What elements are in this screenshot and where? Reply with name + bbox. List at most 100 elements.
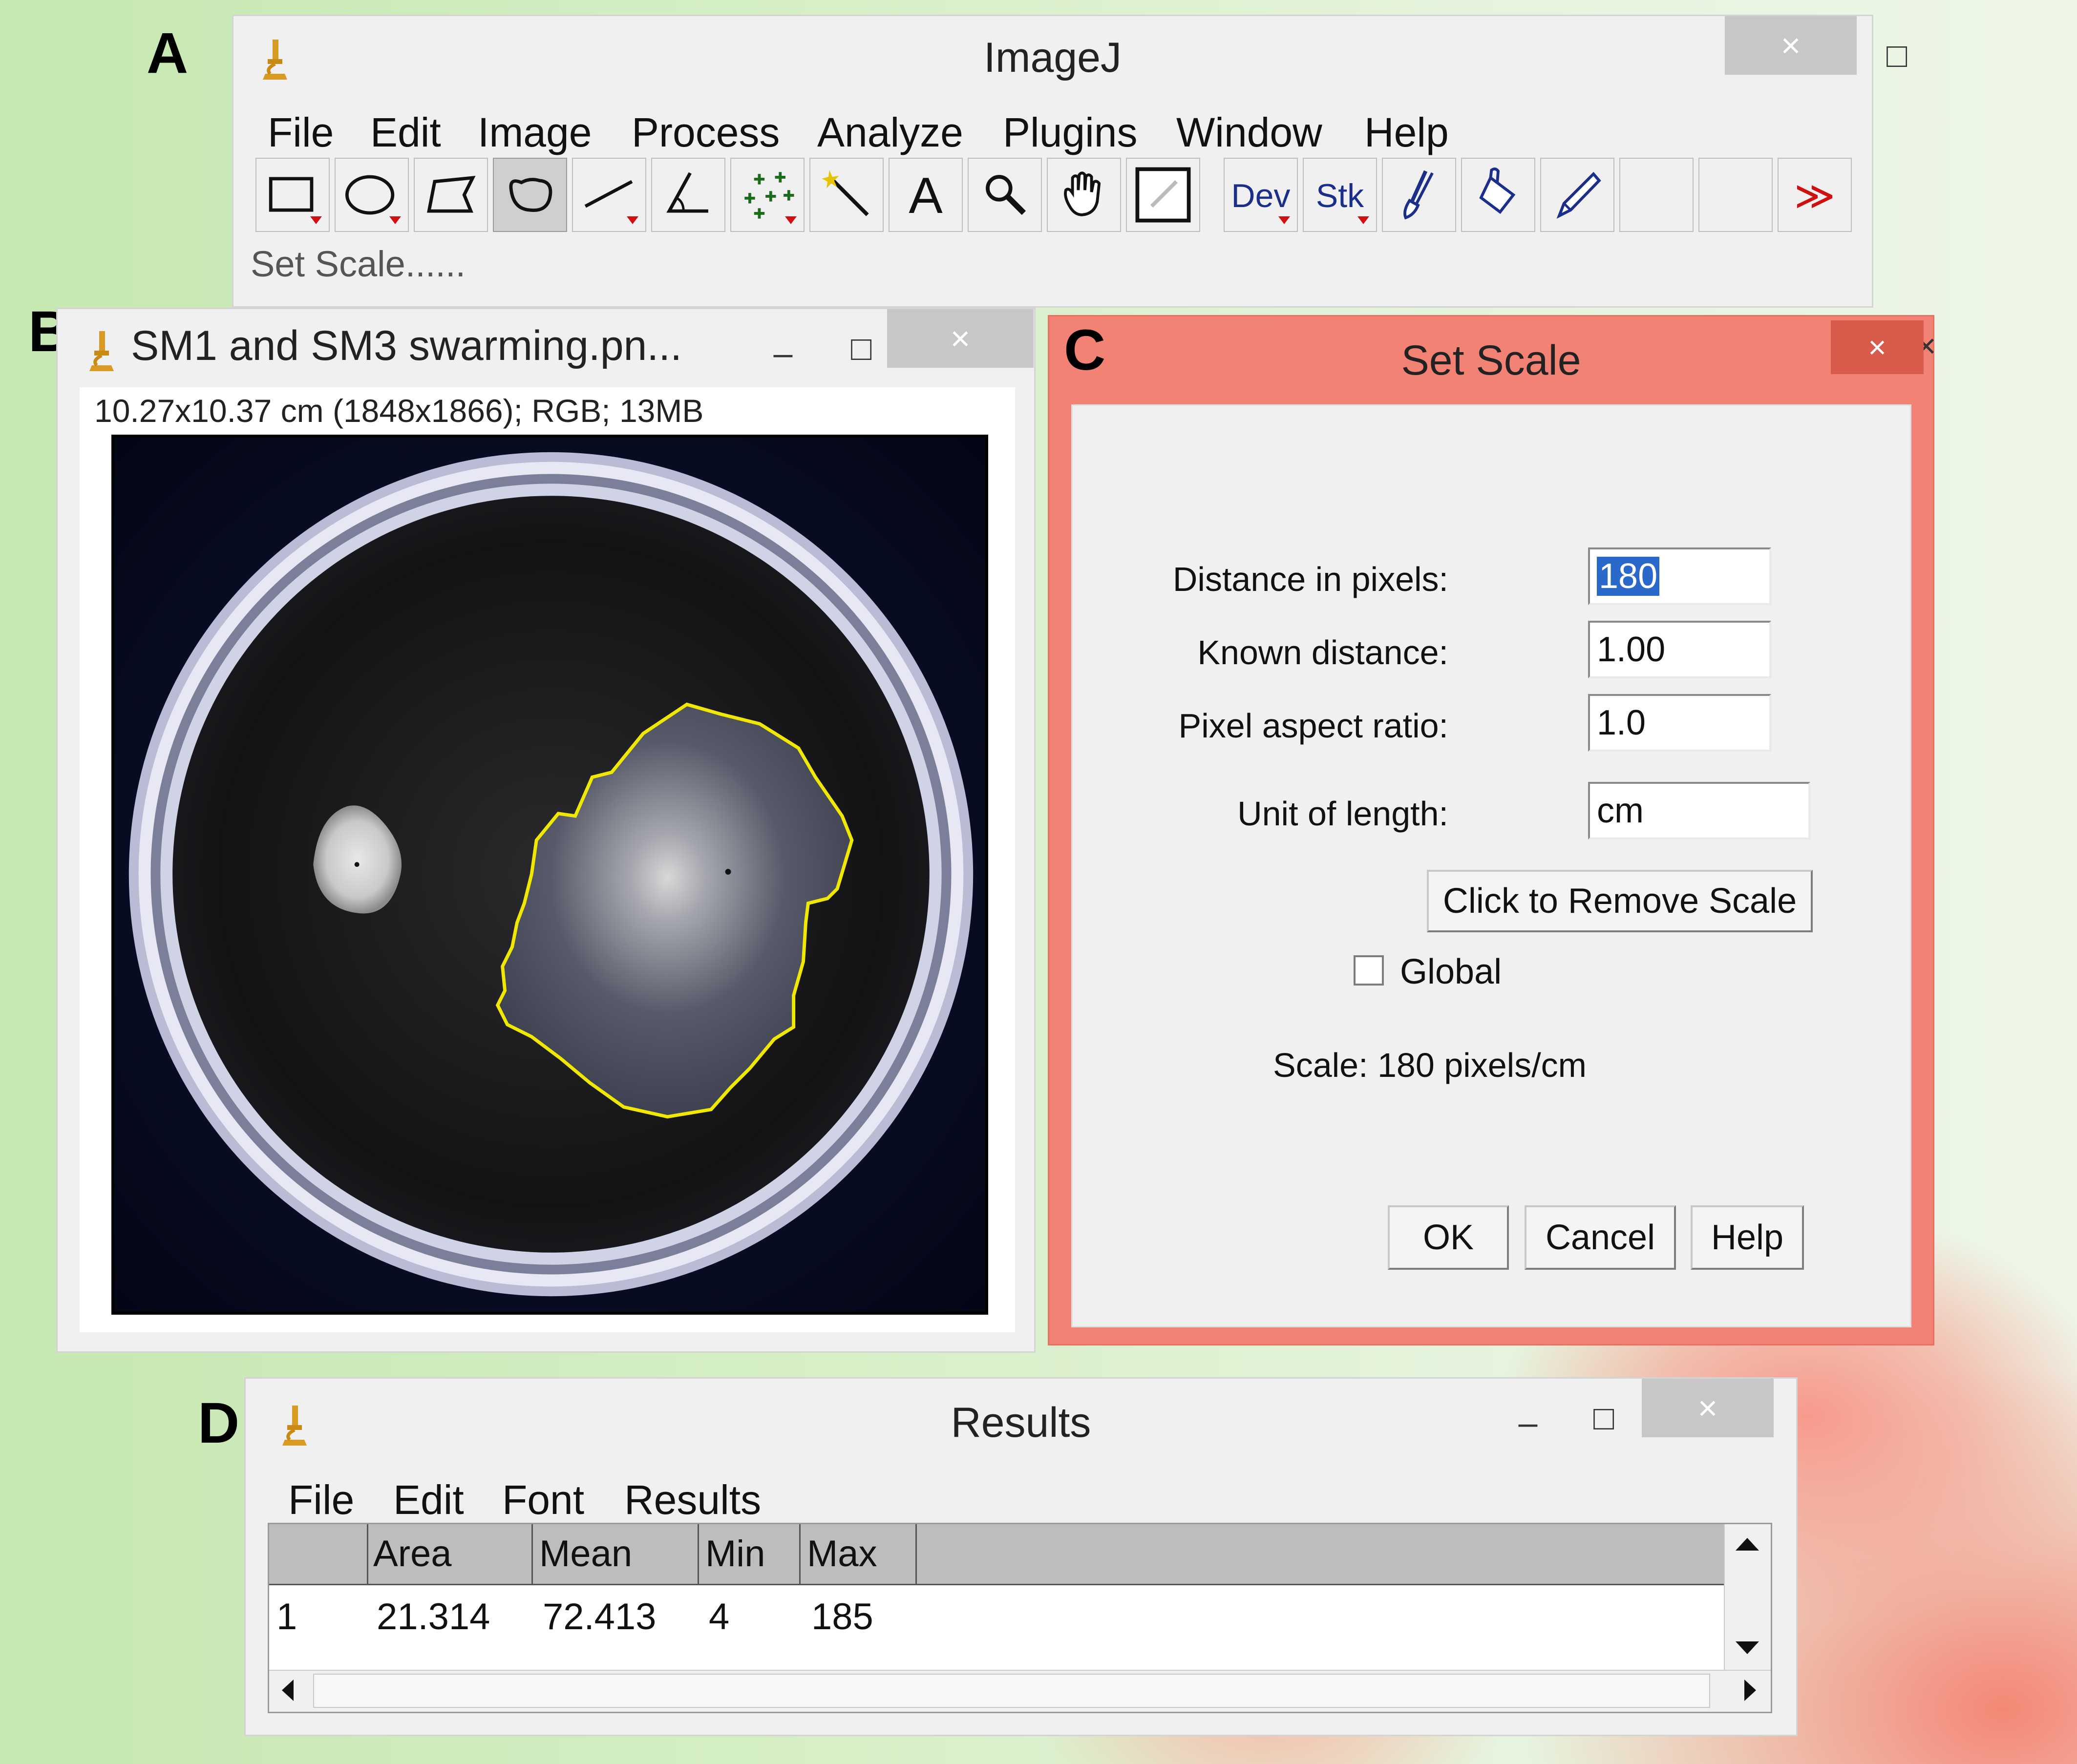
results-menu-font[interactable]: Font: [502, 1476, 584, 1524]
more-tools-button[interactable]: ≫: [1778, 158, 1852, 232]
polygon-tool[interactable]: [414, 158, 488, 232]
hand-icon: [1064, 171, 1101, 216]
color-picker-tool[interactable]: [1126, 158, 1200, 232]
multipoint-tool[interactable]: [730, 158, 805, 232]
menu-plugins[interactable]: Plugins: [1003, 109, 1138, 156]
window-title: ImageJ: [983, 34, 1122, 81]
set-scale-close-icon[interactable]: ×: [1831, 320, 1924, 374]
magnifier-tool[interactable]: [968, 158, 1042, 232]
distance-in-pixels-field[interactable]: 180: [1588, 547, 1771, 605]
results-menu-file[interactable]: File: [288, 1476, 354, 1524]
set-scale-dialog: C Set Scale × × × × × × × × × × × × × × …: [1048, 315, 1936, 1345]
row-index: 1: [276, 1596, 297, 1638]
maximize-button[interactable]: □: [1875, 26, 1919, 84]
menu-window[interactable]: Window: [1176, 109, 1322, 156]
menu-bar: File Edit Image Process Analyze Plugins …: [268, 99, 1852, 156]
toolbar: A Dev Stk ≫: [255, 158, 1858, 232]
hand-tool[interactable]: [1047, 158, 1121, 232]
menu-process[interactable]: Process: [632, 109, 780, 156]
pencil-icon: [1556, 171, 1601, 219]
pencil-tool[interactable]: [1540, 158, 1614, 232]
microscope-icon: [89, 331, 114, 371]
polygon-icon: [427, 175, 476, 213]
magic-wand-icon: [822, 170, 869, 216]
global-label: Global: [1400, 952, 1502, 991]
unit-of-length-label: Unit of length:: [1237, 795, 1448, 833]
oval-tool[interactable]: [335, 158, 409, 232]
brush-tool[interactable]: [1382, 158, 1456, 232]
cell-area: 21.314: [377, 1596, 490, 1638]
results-menu-edit[interactable]: Edit: [393, 1476, 464, 1524]
minimize-button[interactable]: –: [761, 324, 805, 382]
table-row[interactable]: 1 21.314 72.413 4 185: [269, 1585, 1725, 1649]
color-picker-icon: [1135, 167, 1191, 223]
menu-edit[interactable]: Edit: [370, 109, 441, 156]
known-distance-field[interactable]: 1.00: [1588, 621, 1771, 678]
imagej-titlebar[interactable]: ImageJ – □ ×: [233, 16, 1907, 99]
cell-max: 185: [811, 1596, 873, 1638]
header-cell-mean[interactable]: Mean: [534, 1524, 699, 1584]
header-cell-index[interactable]: [269, 1524, 368, 1584]
results-table: Area Mean Min Max 1 21.314 72.413 4 185: [268, 1523, 1772, 1713]
results-menu-results[interactable]: Results: [624, 1476, 761, 1524]
header-cell-area[interactable]: Area: [368, 1524, 533, 1584]
dev-tool[interactable]: Dev: [1224, 158, 1298, 232]
results-window: Results – □ × File Edit Font Results Are…: [244, 1377, 1798, 1736]
scroll-thumb[interactable]: [313, 1674, 1710, 1708]
freehand-icon: [509, 178, 552, 212]
close-button[interactable]: ×: [887, 309, 1034, 368]
distance-in-pixels-value: 180: [1597, 557, 1660, 596]
line-tool[interactable]: [572, 158, 646, 232]
header-cell-max[interactable]: Max: [802, 1524, 917, 1584]
set-scale-title: Set Scale: [1401, 337, 1581, 384]
text-tool[interactable]: A: [889, 158, 963, 232]
image-window-title: SM1 and SM3 swarming.pn...: [131, 322, 682, 369]
table-header: Area Mean Min Max: [269, 1524, 1725, 1585]
results-title: Results: [951, 1399, 1091, 1446]
close-button[interactable]: ×: [1642, 1379, 1774, 1437]
vertical-scrollbar[interactable]: [1724, 1524, 1771, 1671]
maximize-button[interactable]: □: [839, 319, 883, 378]
header-cell-min[interactable]: Min: [700, 1524, 801, 1584]
ok-button[interactable]: OK: [1388, 1205, 1509, 1270]
pixel-aspect-ratio-field[interactable]: 1.0: [1588, 694, 1771, 752]
menu-analyze[interactable]: Analyze: [817, 109, 963, 156]
stk-tool[interactable]: Stk: [1303, 158, 1377, 232]
menu-image[interactable]: Image: [478, 109, 592, 156]
pixel-aspect-ratio-label: Pixel aspect ratio:: [1178, 707, 1448, 745]
menu-file[interactable]: File: [268, 109, 334, 156]
wand-tool[interactable]: [809, 158, 884, 232]
freehand-tool[interactable]: [493, 158, 567, 232]
minimize-button[interactable]: –: [1506, 1393, 1550, 1452]
image-window-titlebar[interactable]: SM1 and SM3 swarming.pn... – □ ×: [58, 309, 1034, 382]
petri-dish-image: [114, 438, 985, 1312]
horizontal-scrollbar[interactable]: [269, 1670, 1771, 1712]
image-canvas[interactable]: [111, 435, 988, 1315]
rectangle-tool[interactable]: [255, 158, 330, 232]
scroll-right-arrow-icon[interactable]: [1744, 1680, 1756, 1701]
results-titlebar[interactable]: Results – □ ×: [246, 1379, 1796, 1467]
scroll-down-arrow-icon[interactable]: [1736, 1641, 1759, 1654]
cancel-button[interactable]: Cancel: [1525, 1205, 1676, 1270]
scroll-left-arrow-icon[interactable]: [282, 1680, 294, 1701]
maximize-button[interactable]: □: [1582, 1388, 1626, 1447]
panel-label-d: D: [198, 1391, 240, 1455]
menu-help[interactable]: Help: [1364, 109, 1449, 156]
results-menu-bar: File Edit Font Results: [268, 1467, 1772, 1523]
empty-tool-1[interactable]: [1619, 158, 1694, 232]
scroll-up-arrow-icon[interactable]: [1736, 1538, 1759, 1551]
close-button[interactable]: ×: [1725, 16, 1857, 75]
empty-tool-2[interactable]: [1698, 158, 1773, 232]
unit-of-length-field[interactable]: cm: [1588, 782, 1810, 840]
set-scale-content: Distance in pixels: 180 Known distance: …: [1071, 404, 1911, 1327]
imagej-main-window: ImageJ – □ × File Edit Image Process Ana…: [232, 15, 1907, 308]
help-button[interactable]: Help: [1691, 1205, 1804, 1270]
known-distance-label: Known distance:: [1197, 633, 1448, 672]
angle-tool[interactable]: [651, 158, 725, 232]
flood-fill-icon: [1479, 167, 1516, 214]
scale-readout: Scale: 180 pixels/cm: [1273, 1046, 1587, 1084]
angle-icon: [666, 172, 708, 213]
flood-fill-tool[interactable]: [1461, 158, 1535, 232]
remove-scale-button[interactable]: Click to Remove Scale: [1427, 870, 1813, 932]
global-checkbox[interactable]: [1354, 955, 1384, 986]
